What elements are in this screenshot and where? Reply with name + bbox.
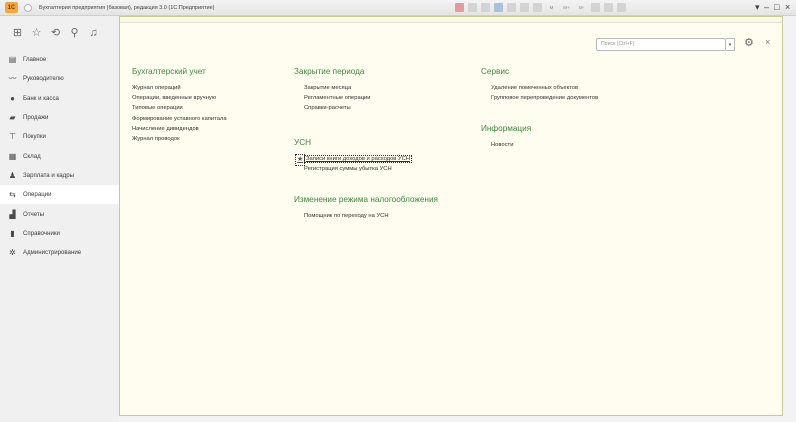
memory-plus-button[interactable]: M+ (561, 3, 572, 12)
section-service: Сервис Удаление помеченных объектов Груп… (481, 67, 598, 103)
title-bar: 1С Бухгалтерия предприятия (базовая), ре… (0, 0, 796, 16)
title-tool-icon[interactable] (455, 3, 464, 12)
link-group-repost[interactable]: Групповое перепроведение документов (491, 93, 598, 103)
sidebar-item-label: Отчеты (23, 210, 45, 218)
link-month-close[interactable]: Закрытие месяца (304, 83, 371, 93)
sidebar-item-rukovoditelyu[interactable]: 〰 Руководителю (0, 69, 119, 88)
app-window: 1С Бухгалтерия предприятия (базовая), ре… (0, 0, 796, 422)
sidebar-item-glavnoe[interactable]: ▤ Главное (0, 50, 119, 69)
title-toolbar: M M+ M- (455, 3, 630, 12)
search-placeholder: Поиск (Ctrl+F) (601, 41, 635, 47)
link-usn-income-book[interactable]: ★ Записи книги доходов и расходов УСН (295, 154, 413, 167)
section-panel: Поиск (Ctrl+F) ▾ ⚙ × Бухгалтерский учет … (119, 16, 783, 416)
window-menu-dropdown[interactable]: ▾ (755, 1, 760, 14)
operations-icon: ⇆ (9, 190, 16, 200)
sidebar-item-pokupki[interactable]: ⊤ Покупки (0, 127, 119, 146)
info-icon[interactable] (604, 3, 613, 12)
memory-m-button[interactable]: M (546, 3, 557, 12)
copy-icon[interactable] (507, 3, 516, 12)
section-title: Сервис (481, 67, 510, 76)
star-favorite-icon[interactable]: ★ (295, 154, 306, 167)
minimize-button[interactable]: – (764, 1, 769, 14)
section-title: Бухгалтерский учет (132, 67, 206, 76)
list-icon: ▤ (8, 55, 17, 65)
link-news[interactable]: Новости (491, 140, 531, 150)
sidebar-item-label: Главное (23, 56, 47, 64)
cart-icon: ⊤ (9, 132, 16, 142)
sidebar-item-zarplata[interactable]: ♟ Зарплата и кадры (0, 166, 119, 185)
calendar-icon[interactable] (533, 3, 542, 12)
link-delete-marked[interactable]: Удаление помеченных объектов (491, 83, 598, 93)
top-toolbar: ⊞ ☆ ⟲ ⚲ ♫ (0, 16, 119, 50)
section-title: УСН (294, 138, 312, 147)
memory-minus-button[interactable]: M- (576, 3, 587, 12)
bag-icon: ▰ (9, 113, 16, 123)
sections-sidebar: ▤ Главное 〰 Руководителю ● Банк и касса ▰ Пр… (0, 50, 119, 422)
nav-circle-icon[interactable] (24, 3, 32, 12)
restore-button[interactable]: □ (774, 1, 779, 14)
app-logo-icon[interactable]: 1С (5, 2, 18, 13)
sidebar-item-label: Продажи (23, 114, 49, 122)
sidebar-item-prodazhi[interactable]: ▰ Продажи (0, 108, 119, 127)
sidebar-item-spravochniki[interactable]: ▮ Справочники (0, 224, 119, 243)
bell-icon[interactable]: ♫ (84, 24, 103, 42)
section-info: Информация Новости (481, 124, 531, 150)
calc-icon[interactable] (520, 3, 529, 12)
link-dividends[interactable]: Начисление дивидендов (132, 124, 227, 134)
sidebar-item-operacii[interactable]: ⇆ Операции (0, 185, 119, 205)
section-title: Закрытие периода (294, 67, 365, 76)
section-accounting: Бухгалтерский учет Журнал операций Опера… (132, 67, 227, 144)
person-icon: ♟ (8, 170, 17, 180)
sidebar-item-label: Справочники (23, 229, 60, 237)
sidebar-item-sklad[interactable]: ▦ Склад (0, 146, 119, 165)
sidebar-item-administrirovanie[interactable]: ✲ Администрирование (0, 243, 119, 262)
section-tax-mode: Изменение режима налогообложения Помощни… (294, 195, 438, 221)
bell-small-icon[interactable] (617, 3, 626, 12)
sidebar-item-label: Руководителю (23, 75, 64, 83)
gear-icon: ✲ (9, 248, 16, 258)
save-icon[interactable] (481, 3, 490, 12)
sidebar-item-otchety[interactable]: ▟ Отчеты (0, 204, 119, 223)
link-manual-operations[interactable]: Операции, введенные вручную (132, 93, 227, 103)
link-journal-operations[interactable]: Журнал операций (132, 83, 227, 93)
link-icon[interactable] (494, 3, 503, 12)
link-typical-operations[interactable]: Типовые операции (132, 103, 227, 113)
link-journal-entries[interactable]: Журнал проводок (132, 134, 227, 144)
sidebar-item-bank[interactable]: ● Банк и касса (0, 89, 119, 108)
link-usn-loss-registration[interactable]: Регистрация суммы убытка УСН (304, 164, 412, 174)
zoom-icon[interactable] (591, 3, 600, 12)
warehouse-icon: ▦ (8, 151, 17, 161)
coin-icon: ● (10, 93, 15, 103)
book-icon: ▮ (10, 228, 15, 238)
close-window-button[interactable]: × (785, 1, 790, 14)
link-usn-income-book-label: Записи книги доходов и расходов УСН (304, 155, 413, 163)
sidebar-item-label: Банк и касса (23, 94, 59, 102)
link-regulated-operations[interactable]: Регламентные операции (304, 93, 371, 103)
chart-line-icon: 〰 (8, 74, 17, 84)
section-period-close: Закрытие периода Закрытие месяца Регламе… (294, 67, 371, 114)
window-title: Бухгалтерия предприятия (базовая), редак… (39, 4, 215, 11)
settings-gear-icon[interactable]: ⚙ (744, 36, 754, 49)
search-dropdown-button[interactable]: ▾ (726, 38, 735, 51)
section-usn: УСН ★ Записи книги доходов и расходов УС… (294, 138, 413, 174)
link-usn-transition-wizard[interactable]: Помощник по переходу на УСН (304, 211, 438, 221)
apps-grid-icon[interactable]: ⊞ (8, 24, 27, 42)
sidebar-item-label: Операции (23, 191, 52, 199)
bar-chart-icon: ▟ (9, 209, 16, 219)
link-capital-formation[interactable]: Формирование уставного капитала (132, 114, 227, 124)
search-icon[interactable]: ⚲ (65, 24, 84, 42)
sidebar-item-label: Покупки (23, 133, 46, 141)
section-title: Информация (481, 124, 532, 133)
sidebar-item-label: Склад (23, 152, 41, 160)
sidebar-item-label: Зарплата и кадры (23, 171, 74, 179)
link-calc-certificates[interactable]: Справки-расчеты (304, 103, 371, 113)
section-title: Изменение режима налогообложения (294, 195, 438, 204)
star-icon[interactable]: ☆ (27, 24, 46, 42)
sidebar-item-label: Администрирование (23, 249, 82, 257)
search-input[interactable]: Поиск (Ctrl+F) (596, 38, 726, 51)
tab-strip (120, 17, 782, 23)
print-icon[interactable] (468, 3, 477, 12)
close-panel-icon[interactable]: × (765, 37, 770, 47)
history-icon[interactable]: ⟲ (46, 24, 65, 42)
